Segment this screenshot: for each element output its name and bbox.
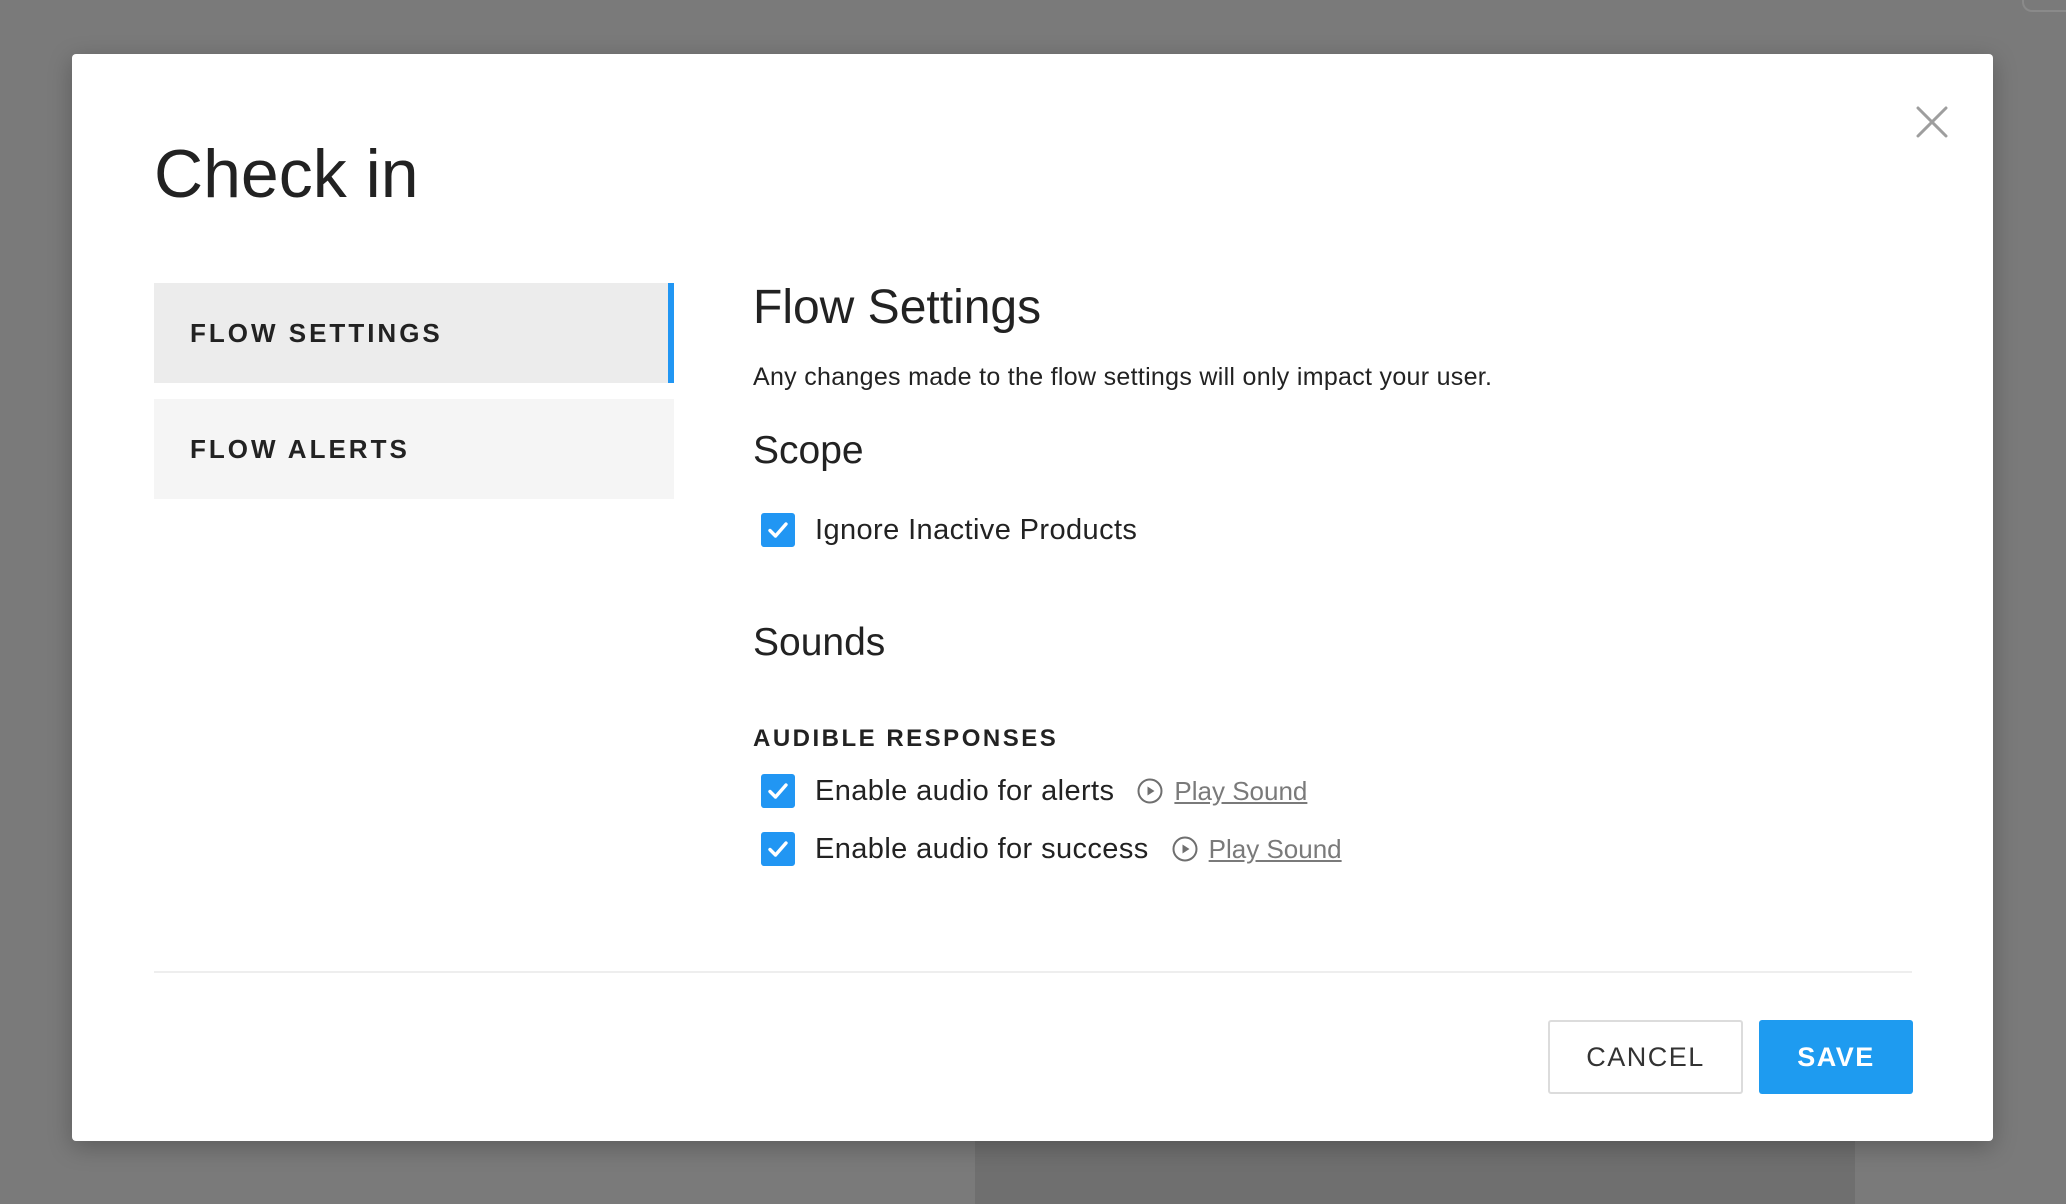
play-sound-label: Play Sound <box>1208 833 1342 864</box>
scope-heading: Scope <box>753 428 864 472</box>
check-in-modal: Check in FLOW SETTINGS FLOW ALERTS Flow … <box>72 54 1993 1141</box>
background-panel <box>975 1140 1855 1204</box>
close-button[interactable] <box>1909 99 1955 145</box>
ignore-inactive-products-label: Ignore Inactive Products <box>815 513 1138 546</box>
enable-audio-alerts-row: Enable audio for alerts Play Sound <box>753 769 1903 813</box>
nav-item-flow-alerts[interactable]: FLOW ALERTS <box>154 399 674 499</box>
section-title: Flow Settings <box>753 281 1042 334</box>
enable-audio-alerts-checkbox[interactable] <box>761 774 795 809</box>
nav-item-flow-settings[interactable]: FLOW SETTINGS <box>154 283 674 383</box>
close-icon <box>1916 106 1948 138</box>
background-window-corner <box>2022 0 2066 12</box>
enable-audio-success-checkbox[interactable] <box>761 832 795 867</box>
nav-item-label: FLOW SETTINGS <box>190 317 443 348</box>
checkmark-icon <box>768 841 788 857</box>
save-button[interactable]: SAVE <box>1759 1020 1913 1094</box>
play-circle-icon <box>1172 836 1198 862</box>
modal-title: Check in <box>154 136 419 212</box>
play-sound-success-link[interactable]: Play Sound <box>1171 834 1342 865</box>
settings-side-nav: FLOW SETTINGS FLOW ALERTS <box>154 283 674 515</box>
footer-divider <box>154 971 1912 973</box>
enable-audio-alerts-label: Enable audio for alerts <box>815 774 1115 807</box>
ignore-inactive-products-row: Ignore Inactive Products <box>753 508 1903 552</box>
checkmark-icon <box>768 783 788 799</box>
ignore-inactive-products-checkbox[interactable] <box>761 513 795 548</box>
play-circle-icon <box>1137 778 1163 804</box>
enable-audio-success-row: Enable audio for success Play Sound <box>753 827 1903 871</box>
cancel-button[interactable]: CANCEL <box>1548 1020 1743 1094</box>
checkmark-icon <box>768 522 788 539</box>
play-sound-label: Play Sound <box>1174 775 1308 806</box>
nav-item-label: FLOW ALERTS <box>190 433 410 464</box>
sounds-heading: Sounds <box>753 621 886 665</box>
flow-settings-panel: Flow Settings Any changes made to the fl… <box>753 279 1903 871</box>
audible-responses-label: AUDIBLE RESPONSES <box>753 725 1059 753</box>
enable-audio-success-label: Enable audio for success <box>815 832 1149 865</box>
section-description: Any changes made to the flow settings wi… <box>753 362 1493 391</box>
play-sound-alerts-link[interactable]: Play Sound <box>1136 776 1307 807</box>
